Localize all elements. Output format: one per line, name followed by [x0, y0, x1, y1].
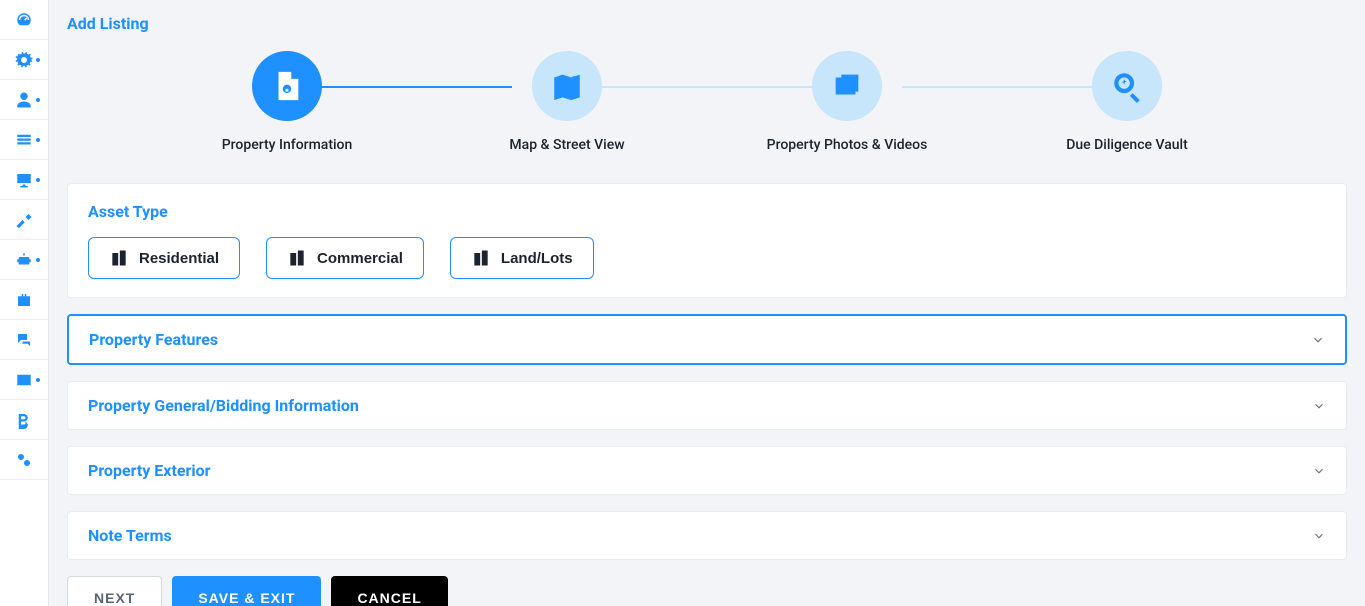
accordion-title: Property Exterior	[88, 461, 210, 480]
asset-type-card: Asset Type Residential Commercial Land/L…	[67, 183, 1347, 298]
sidebar-item-tools[interactable]	[0, 200, 48, 240]
sidebar-item-briefcase[interactable]	[0, 280, 48, 320]
accordion-note-terms[interactable]: Note Terms	[67, 511, 1347, 560]
step-map-street-view[interactable]: Map & Street View	[427, 51, 707, 153]
step-property-information[interactable]: Property Information	[147, 51, 427, 153]
photos-icon	[830, 69, 864, 103]
main-content: Add Listing Property Information Map & S…	[49, 0, 1365, 606]
sidebar-item-advanced[interactable]	[0, 440, 48, 480]
sidebar-item-id[interactable]	[0, 360, 48, 400]
hammer-icon	[15, 211, 33, 229]
chevron-down-icon	[1311, 333, 1325, 347]
step-label: Due Diligence Vault	[1066, 137, 1188, 153]
accordion-property-features[interactable]: Property Features	[67, 314, 1347, 365]
asset-type-options: Residential Commercial Land/Lots	[88, 237, 1326, 279]
chevron-down-icon	[1312, 529, 1326, 543]
accordion-title: Note Terms	[88, 526, 172, 545]
asset-type-label: Land/Lots	[501, 250, 573, 267]
asset-type-residential[interactable]: Residential	[88, 237, 240, 279]
sidebar-item-blog[interactable]	[0, 400, 48, 440]
cogs-icon	[15, 451, 33, 469]
step-label: Property Information	[222, 137, 353, 153]
building-icon	[109, 248, 129, 268]
map-icon	[550, 69, 584, 103]
accordion-title: Property Features	[89, 330, 218, 349]
save-exit-button[interactable]: SAVE & EXIT	[172, 576, 321, 606]
step-due-diligence[interactable]: Due Diligence Vault	[987, 51, 1267, 153]
asset-type-label: Residential	[139, 250, 219, 267]
id-card-icon	[15, 371, 33, 389]
footer-buttons: NEXT SAVE & EXIT CANCEL	[67, 576, 1347, 606]
asset-type-label: Commercial	[317, 250, 403, 267]
accordion-title: Property General/Bidding Information	[88, 396, 359, 415]
step-connector	[582, 86, 832, 88]
briefcase-icon	[15, 291, 33, 309]
sidebar-item-chat[interactable]	[0, 320, 48, 360]
building-icon	[287, 248, 307, 268]
stepper: Property Information Map & Street View P…	[67, 51, 1347, 153]
step-circle	[252, 51, 322, 121]
sidebar	[0, 0, 49, 606]
page-title: Add Listing	[67, 14, 1347, 33]
building-icon	[471, 248, 491, 268]
cancel-button[interactable]: CANCEL	[331, 576, 447, 606]
chevron-down-icon	[1312, 464, 1326, 478]
document-icon	[270, 69, 304, 103]
next-button[interactable]: NEXT	[67, 576, 162, 606]
asset-type-land-lots[interactable]: Land/Lots	[450, 237, 594, 279]
chevron-down-icon	[1312, 399, 1326, 413]
search-gear-icon	[1110, 69, 1144, 103]
chat-icon	[15, 331, 33, 349]
gear-icon	[15, 51, 33, 69]
monitor-icon	[15, 171, 33, 189]
step-label: Property Photos & Videos	[767, 137, 928, 153]
sidebar-item-monitor[interactable]	[0, 160, 48, 200]
step-circle	[812, 51, 882, 121]
blog-icon	[15, 411, 33, 429]
sidebar-item-users[interactable]	[0, 80, 48, 120]
step-label: Map & Street View	[509, 137, 624, 153]
asset-type-commercial[interactable]: Commercial	[266, 237, 424, 279]
accordion-bidding-info[interactable]: Property General/Bidding Information	[67, 381, 1347, 430]
sidebar-item-list[interactable]	[0, 120, 48, 160]
sidebar-item-bot[interactable]	[0, 240, 48, 280]
accordion-property-exterior[interactable]: Property Exterior	[67, 446, 1347, 495]
user-icon	[15, 91, 33, 109]
sidebar-item-dashboard[interactable]	[0, 0, 48, 40]
robot-icon	[15, 251, 33, 269]
step-photos-videos[interactable]: Property Photos & Videos	[707, 51, 987, 153]
sidebar-item-settings[interactable]	[0, 40, 48, 80]
step-circle	[532, 51, 602, 121]
step-circle	[1092, 51, 1162, 121]
list-icon	[15, 131, 33, 149]
gauge-icon	[15, 11, 33, 29]
asset-type-title: Asset Type	[88, 202, 1326, 221]
